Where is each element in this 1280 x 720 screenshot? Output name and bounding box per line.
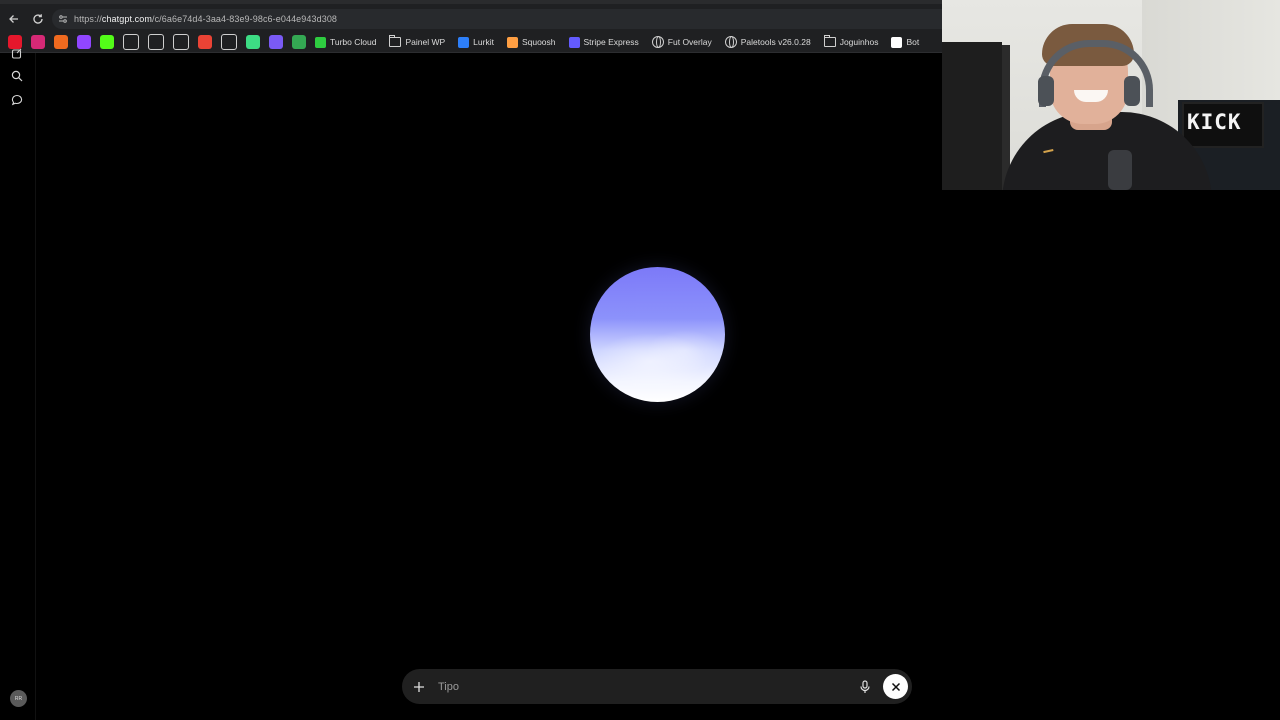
bookmark-item[interactable]: Fut Overlay bbox=[651, 36, 712, 48]
attach-button[interactable] bbox=[411, 679, 427, 695]
bookmark-label: Painel WP bbox=[405, 37, 446, 47]
plus-icon bbox=[414, 681, 424, 692]
message-input[interactable] bbox=[436, 675, 857, 698]
bookmark-box-icon[interactable] bbox=[221, 34, 237, 50]
bookmark-x-icon[interactable] bbox=[123, 34, 139, 50]
bookmark-label: Bot bbox=[906, 37, 920, 47]
dictate-button[interactable] bbox=[857, 679, 873, 695]
microphone-icon bbox=[860, 679, 870, 693]
bookmark-kick-icon[interactable] bbox=[100, 35, 114, 49]
bookmark-item[interactable]: Painel WP bbox=[389, 35, 446, 47]
url-path: /c/6a6e74d4-3aa4-83e9-98c6-e044e943d308 bbox=[151, 14, 338, 24]
webcam-overlay: KICK bbox=[942, 0, 1280, 190]
globe-icon bbox=[724, 36, 737, 48]
headset-right-cup bbox=[1124, 76, 1140, 106]
new-chat-icon[interactable] bbox=[10, 47, 24, 61]
bookmark-anchor-icon[interactable] bbox=[173, 34, 189, 50]
bookmark-label: Squoosh bbox=[521, 37, 556, 47]
site-favicon-icon bbox=[891, 36, 903, 48]
address-bar[interactable]: https://chatgpt.com/c/6a6e74d4-3aa4-83e9… bbox=[52, 9, 952, 29]
voice-orb bbox=[590, 267, 725, 402]
bookmark-bookmark-orange-icon[interactable] bbox=[54, 35, 68, 49]
search-icon[interactable] bbox=[10, 69, 24, 83]
bookmark-item[interactable]: Lurkit bbox=[458, 36, 494, 48]
site-favicon-icon bbox=[506, 36, 518, 48]
site-favicon-icon bbox=[568, 36, 580, 48]
bookmark-item[interactable]: Bot bbox=[891, 36, 920, 48]
site-info-icon[interactable] bbox=[58, 14, 68, 24]
avatar-initials: RR bbox=[14, 695, 23, 702]
chat-bubble-icon[interactable] bbox=[10, 93, 24, 107]
arrow-left-icon bbox=[9, 15, 18, 23]
globe-icon bbox=[651, 36, 664, 48]
bookmark-label: Lurkit bbox=[473, 37, 494, 47]
bookmark-sl-icon[interactable] bbox=[292, 35, 306, 49]
bookmark-label: Fut Overlay bbox=[667, 37, 712, 47]
site-favicon-icon bbox=[458, 36, 470, 48]
streamer-microphone bbox=[1108, 150, 1132, 190]
bookmark-item[interactable]: Stripe Express bbox=[568, 36, 639, 48]
bookmark-circle-icon[interactable] bbox=[198, 35, 212, 49]
bookmark-gmail-icon[interactable] bbox=[246, 35, 260, 49]
bookmark-label: Joguinhos bbox=[839, 37, 879, 47]
cam-background-door bbox=[942, 42, 1002, 190]
bookmark-label: Turbo Cloud bbox=[330, 37, 377, 47]
kick-sign: KICK bbox=[1187, 110, 1242, 134]
bookmark-instagram-icon[interactable] bbox=[31, 35, 45, 49]
bookmark-label: Paletools v26.0.28 bbox=[740, 37, 811, 47]
composer bbox=[402, 669, 912, 704]
bookmark-label: Stripe Express bbox=[583, 37, 639, 47]
folder-icon bbox=[823, 35, 836, 47]
bookmark-item[interactable]: Paletools v26.0.28 bbox=[724, 36, 811, 48]
close-icon bbox=[891, 682, 900, 691]
site-favicon-icon bbox=[315, 36, 326, 48]
bookmark-mask-icon[interactable] bbox=[269, 35, 283, 49]
bookmark-tiktok-icon[interactable] bbox=[148, 34, 164, 50]
back-button[interactable] bbox=[5, 10, 23, 28]
bookmark-item[interactable]: Turbo Cloud bbox=[315, 36, 377, 48]
reload-icon bbox=[33, 14, 43, 24]
bookmark-item[interactable]: Joguinhos bbox=[823, 35, 879, 47]
bookmark-twitch-icon[interactable] bbox=[77, 35, 91, 49]
avatar[interactable]: RR bbox=[10, 690, 27, 707]
url-scheme: https:// bbox=[74, 14, 102, 24]
app-window: https://chatgpt.com/c/6a6e74d4-3aa4-83e9… bbox=[0, 0, 1280, 720]
reload-button[interactable] bbox=[29, 10, 47, 28]
folder-icon bbox=[389, 35, 402, 47]
bookmark-item[interactable]: Squoosh bbox=[506, 36, 556, 48]
end-voice-button[interactable] bbox=[883, 674, 908, 699]
headset-left-cup bbox=[1038, 76, 1054, 106]
sidebar-rail: RR bbox=[0, 48, 36, 720]
url-text: https://chatgpt.com/c/6a6e74d4-3aa4-83e9… bbox=[74, 14, 337, 24]
url-host: chatgpt.com bbox=[101, 14, 152, 24]
